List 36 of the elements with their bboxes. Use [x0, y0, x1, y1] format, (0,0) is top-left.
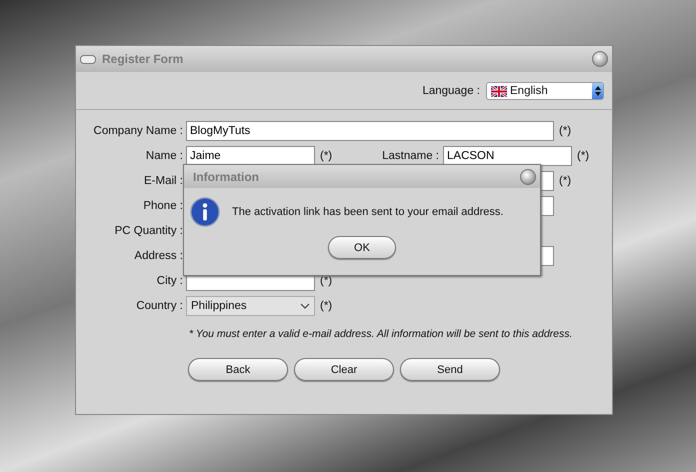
note-text: * You must enter a valid e-mail address. All information will be sent to this address.: [189, 328, 572, 340]
form-button[interactable]: Clear: [294, 358, 394, 381]
form-button[interactable]: Send: [400, 358, 500, 381]
field-label: Address :: [133, 250, 184, 262]
field-label: Lastname :: [381, 150, 440, 162]
field-label: Country :: [135, 300, 184, 312]
close-icon[interactable]: [592, 51, 608, 67]
field-label: Company Name :: [92, 124, 184, 136]
window-menu-icon[interactable]: [80, 54, 96, 64]
field-label: City :: [156, 274, 184, 286]
field-label: Phone :: [142, 200, 184, 212]
close-icon[interactable]: [520, 168, 536, 184]
chevron-down-icon: [300, 302, 310, 308]
text-field[interactable]: Jaime: [186, 146, 315, 166]
window-title: Register Form: [102, 52, 184, 66]
field-label: E-Mail :: [143, 174, 184, 186]
required-mark: (*): [559, 124, 572, 136]
field-label: Name :: [144, 150, 184, 162]
ok-button[interactable]: OK: [328, 236, 396, 259]
text-field[interactable]: LACSON: [443, 146, 572, 166]
required-mark: (*): [577, 150, 590, 162]
info-icon: [190, 197, 220, 227]
form-button[interactable]: Back: [188, 358, 288, 381]
required-mark: (*): [320, 274, 334, 286]
dialog-message: The activation link has been sent to your email address.: [232, 206, 504, 218]
field-label: PC Quantity :: [114, 224, 184, 236]
dialog-title: Information: [193, 170, 259, 184]
language-select[interactable]: English: [486, 82, 604, 100]
text-field[interactable]: BlogMyTuts: [186, 120, 554, 140]
stepper-icon: [592, 83, 603, 99]
required-mark: (*): [320, 150, 334, 162]
flag-icon: [491, 86, 507, 96]
country-dropdown[interactable]: Philippines: [186, 296, 315, 316]
language-label: Language :: [422, 85, 480, 97]
required-mark: (*): [559, 174, 572, 186]
required-mark: (*): [320, 300, 334, 312]
